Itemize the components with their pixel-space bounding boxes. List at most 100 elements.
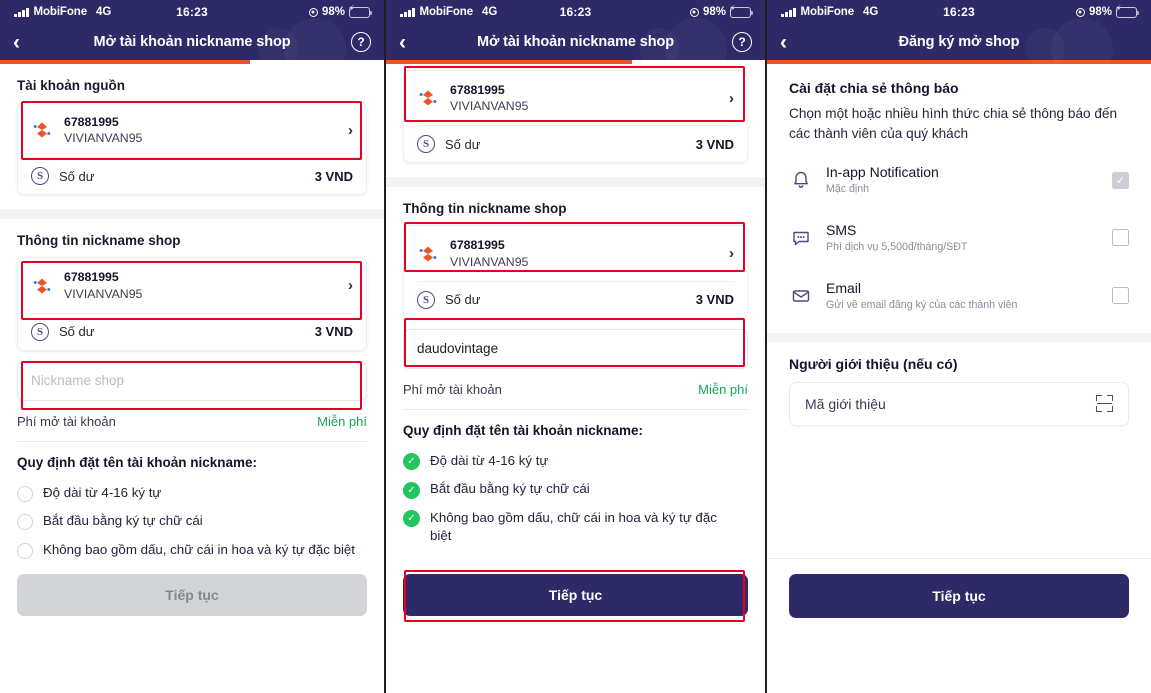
section-gap-2	[386, 177, 765, 188]
fee-row-2: Phí mở tài khoản Miễn phí	[403, 369, 748, 409]
source-account-texts: 67881995 VIVIANVAN95	[64, 114, 337, 146]
location-services-icon	[1075, 7, 1085, 17]
cta-wrap-2: Tiếp tục	[403, 574, 748, 616]
rules-title-2: Quy định đặt tên tài khoản nickname:	[403, 422, 644, 438]
content-2: 67881995 VIVIANVAN95 › S Số dư 3 VND Thô…	[386, 64, 765, 693]
source-account-name: VIVIANVAN95	[64, 131, 143, 146]
info-account-row-2[interactable]: 67881995 VIVIANVAN95 ›	[404, 226, 747, 280]
info-account-row[interactable]: 67881995 VIVIANVAN95 ›	[18, 258, 366, 312]
section-gap-1	[0, 209, 384, 220]
chevron-right-icon[interactable]: ›	[348, 277, 353, 294]
status-right-3: 98% ⚡	[1075, 4, 1139, 18]
info-account-number: 67881995	[450, 238, 505, 253]
channel-texts-email: Email Gửi về email đăng ký của các thành…	[826, 279, 1099, 313]
nickname-input-2[interactable]: daudovintage	[403, 328, 748, 369]
source-account-card-2: 67881995 VIVIANVAN95 › S Số dư 3 VND	[403, 70, 748, 164]
battery-percent-label: 98%	[1088, 6, 1112, 18]
info-account-name: VIVIANVAN95	[64, 286, 143, 301]
battery-charging-icon: ⚡	[348, 4, 372, 18]
source-balance-value: 3 VND	[314, 168, 353, 184]
source-balance-label: Số dư	[59, 168, 95, 184]
content-3: Cài đặt chia sẻ thông báo Chọn một hoặc …	[767, 64, 1151, 693]
source-account-number: 67881995	[64, 115, 119, 129]
phone-screen-2: MobiFone 4G 16:23 98% ⚡ ‹ Mở tài khoản n…	[384, 0, 765, 693]
location-services-icon	[308, 7, 318, 17]
source-account-number: 67881995	[450, 83, 505, 97]
battery-percent-label: 98%	[702, 6, 726, 18]
source-account-texts-2: 67881995 VIVIANVAN95	[450, 82, 718, 114]
phone-screen-3: MobiFone 4G 16:23 98% ⚡ ‹ Đăng ký mở sho…	[765, 0, 1151, 693]
info-balance-label: Số dư	[445, 292, 481, 308]
cta-wrap-1: Tiếp tục	[17, 574, 367, 616]
content-1: Tài khoản nguồn 67881995 VIVIANVAN95 › S…	[0, 64, 384, 693]
shb-account-icon	[31, 275, 53, 297]
chevron-right-icon[interactable]: ›	[729, 90, 734, 107]
info-account-card: 67881995 VIVIANVAN95 › S Số dư 3 VND	[17, 257, 367, 351]
channel-subtitle: Gửi về email đăng ký của các thành viên	[826, 298, 1018, 311]
nickname-placeholder: Nickname shop	[31, 373, 125, 389]
source-account-name: VIVIANVAN95	[450, 99, 529, 114]
notify-settings-title: Cài đặt chia sẻ thông báo	[789, 80, 959, 96]
rule-item: Độ dài từ 4-16 ký tự	[17, 479, 367, 507]
rule-unchecked-icon	[17, 542, 33, 559]
continue-button-2[interactable]: Tiếp tục	[403, 574, 748, 616]
three-phone-screenshots: MobiFone 4G 16:23 98% ⚡ ‹ Mở tài khoản n…	[0, 0, 1151, 693]
section-gap-3	[767, 332, 1151, 342]
channel-texts-inapp: In-app Notification Mặc định	[826, 163, 1099, 197]
checkbox-inapp[interactable]: ✓	[1112, 171, 1129, 189]
channel-row-sms[interactable]: SMS Phí dịch vụ 5,500đ/tháng/SĐT	[789, 209, 1129, 267]
rule-checked-icon: ✓	[403, 453, 420, 471]
channel-title: In-app Notification	[826, 164, 939, 181]
nickname-value: daudovintage	[417, 341, 499, 357]
shb-account-icon	[417, 243, 439, 265]
continue-button-3[interactable]: Tiếp tục	[789, 574, 1129, 618]
rules-title-1: Quy định đặt tên tài khoản nickname:	[17, 454, 258, 470]
info-account-number: 67881995	[64, 270, 119, 285]
chevron-right-icon[interactable]: ›	[729, 245, 734, 262]
nav-bar-2: ‹ Mở tài khoản nickname shop ?	[386, 24, 765, 60]
referrer-input[interactable]: Mã giới thiệu	[789, 381, 1129, 426]
nickname-input-1[interactable]: Nickname shop	[17, 360, 367, 401]
balance-coin-icon: S	[417, 290, 435, 309]
channel-row-email[interactable]: Email Gửi về email đăng ký của các thành…	[789, 267, 1129, 325]
rule-text: Độ dài từ 4-16 ký tự	[430, 452, 549, 468]
battery-charging-icon: ⚡	[729, 4, 753, 18]
info-balance-label: Số dư	[59, 324, 95, 340]
back-chevron-icon[interactable]: ‹	[780, 32, 787, 53]
help-circle-icon[interactable]: ?	[351, 32, 371, 52]
info-balance-value: 3 VND	[695, 292, 734, 308]
sms-bubble-icon	[789, 226, 813, 250]
help-circle-icon[interactable]: ?	[732, 32, 752, 52]
channel-title: SMS	[826, 222, 857, 239]
rule-item: Bắt đầu bằng ký tự chữ cái	[17, 507, 367, 535]
checkbox-sms[interactable]	[1112, 229, 1129, 247]
source-section-title: Tài khoản nguồn	[17, 78, 125, 93]
fee-label: Phí mở tài khoản	[17, 413, 116, 429]
rule-text: Không bao gồm dấu, chữ cái in hoa và ký …	[43, 541, 356, 557]
rule-item: ✓ Bắt đầu bằng ký tự chữ cái	[403, 475, 748, 504]
source-account-row-2[interactable]: 67881995 VIVIANVAN95 ›	[404, 71, 747, 125]
shb-account-icon	[417, 87, 439, 109]
info-balance-row-2: S Số dư 3 VND	[404, 282, 747, 318]
back-chevron-icon[interactable]: ‹	[399, 32, 406, 53]
envelope-icon	[789, 284, 813, 308]
phone-screen-1: MobiFone 4G 16:23 98% ⚡ ‹ Mở tài khoản n…	[0, 0, 384, 693]
channel-row-inapp[interactable]: In-app Notification Mặc định ✓	[789, 151, 1129, 209]
info-account-card-2: 67881995 VIVIANVAN95 › S Số dư 3 VND	[403, 225, 748, 319]
back-chevron-icon[interactable]: ‹	[13, 32, 20, 53]
info-balance-value: 3 VND	[314, 324, 353, 340]
continue-button-1[interactable]: Tiếp tục	[17, 574, 367, 616]
rule-unchecked-icon	[17, 514, 33, 531]
referrer-title: Người giới thiệu (nếu có)	[789, 355, 958, 372]
qr-scan-icon[interactable]	[1096, 395, 1113, 413]
page-title-3: Đăng ký mở shop	[898, 34, 1020, 50]
page-title-1: Mở tài khoản nickname shop	[93, 34, 291, 50]
chevron-right-icon[interactable]: ›	[348, 122, 353, 139]
source-account-card: 67881995 VIVIANVAN95 › S Số dư 3 VND	[17, 102, 367, 196]
notify-settings-desc: Chọn một hoặc nhiều hình thức chia sẻ th…	[789, 106, 1118, 141]
bell-icon	[789, 168, 813, 192]
source-account-row[interactable]: 67881995 VIVIANVAN95 ›	[18, 103, 366, 157]
rule-checked-icon: ✓	[403, 481, 420, 499]
cta-wrap-3: Tiếp tục	[789, 574, 1129, 618]
checkbox-email[interactable]	[1112, 287, 1129, 305]
